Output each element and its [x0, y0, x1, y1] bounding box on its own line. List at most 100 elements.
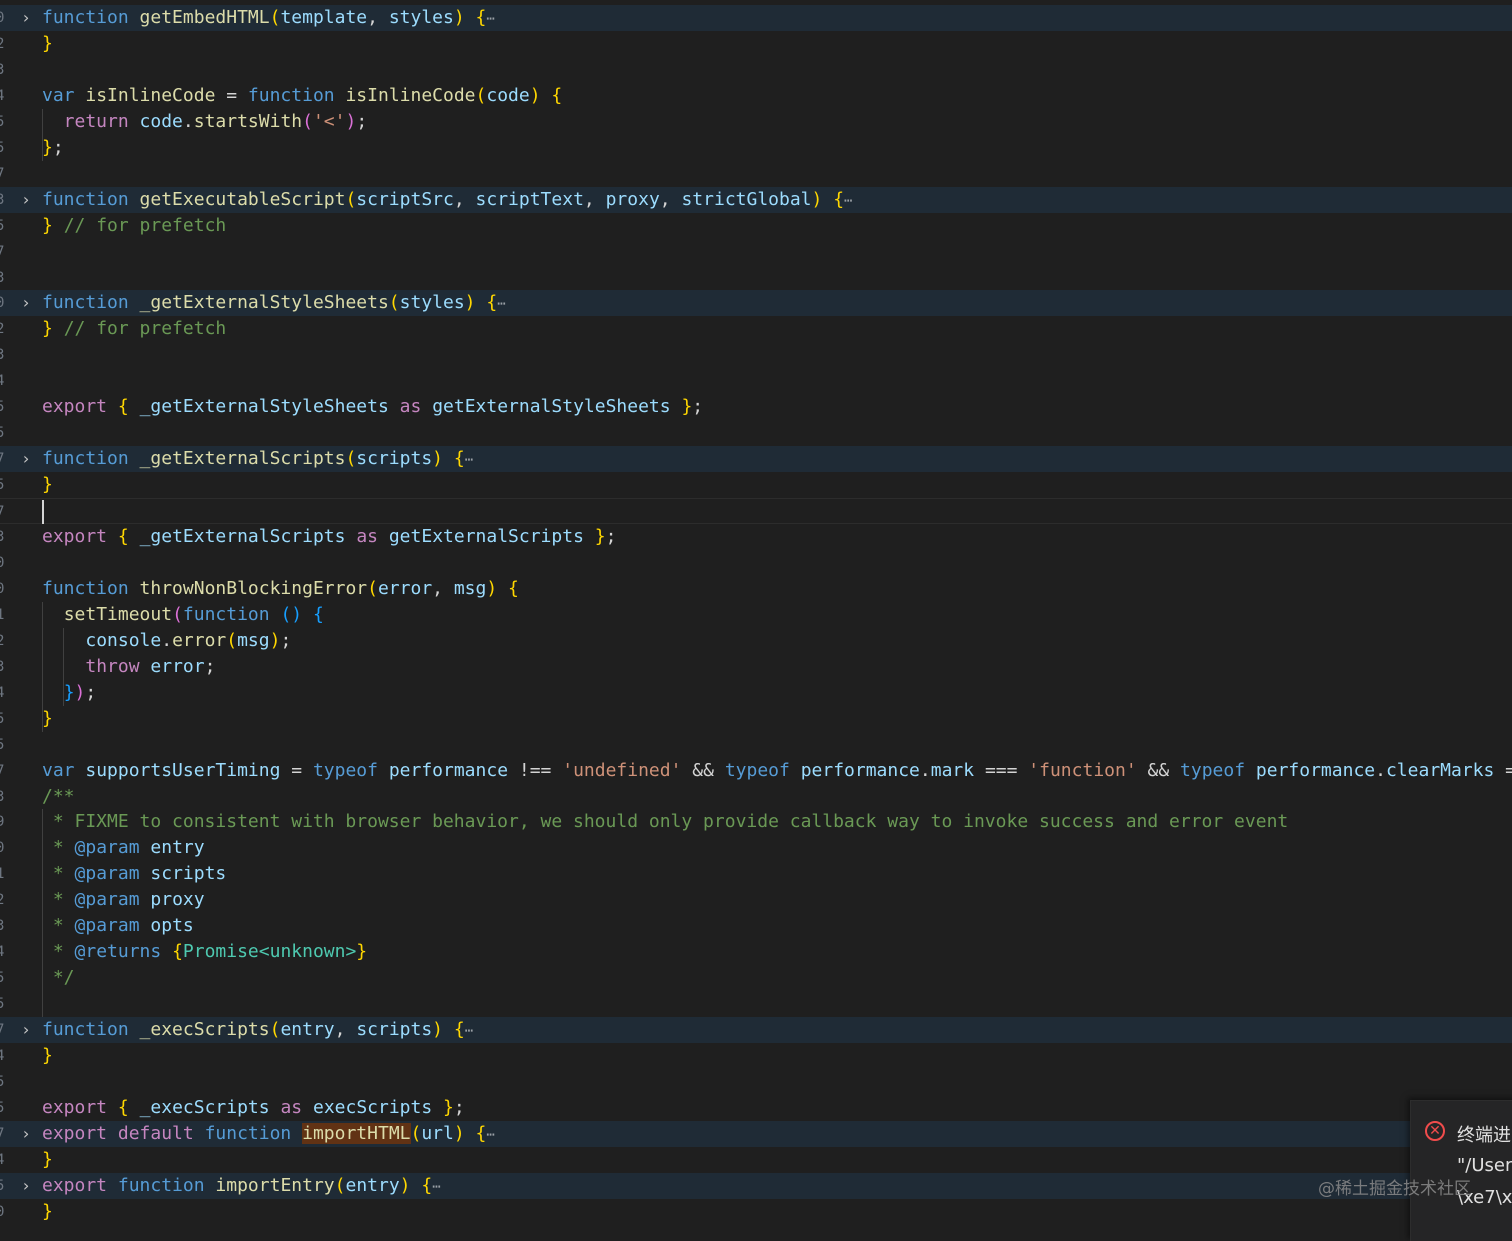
code-line[interactable]: 5 — [0, 991, 1512, 1017]
code-token: , — [583, 188, 606, 210]
folded-region-ellipsis[interactable]: ⋯ — [486, 11, 494, 27]
code-line[interactable]: 2} // for prefetch — [0, 316, 1512, 342]
code-token: ( — [345, 188, 357, 210]
code-line[interactable]: 0} — [0, 1199, 1512, 1225]
code-line[interactable]: 4 var isInlineCode = function isInlineCod… — [0, 83, 1512, 109]
code-text: /** — [42, 784, 75, 810]
code-token: throw — [85, 655, 140, 677]
code-line[interactable]: 0 function throwNonBlockingError(error, m… — [0, 576, 1512, 602]
code-line[interactable]: 5 return code.startsWith('<'); — [0, 109, 1512, 135]
folded-region-ellipsis[interactable]: ⋯ — [465, 1023, 473, 1039]
code-token: = — [280, 759, 313, 781]
code-line[interactable]: 5 export { _getExternalStyleSheets as get… — [0, 394, 1512, 420]
code-line[interactable]: 5 — [0, 420, 1512, 446]
code-line[interactable]: 5 — [0, 732, 1512, 758]
code-line[interactable]: 3 — [0, 265, 1512, 291]
chevron-right-icon[interactable]: › — [18, 1173, 34, 1199]
code-line[interactable]: 7 › function _getExternalScripts(scripts) … — [0, 446, 1512, 473]
code-line[interactable]: 0 * @param entry — [0, 835, 1512, 861]
code-line[interactable]: 2} — [0, 31, 1512, 57]
code-line[interactable]: 0 › function _getExternalStyleSheets(style… — [0, 290, 1512, 317]
code-line[interactable]: 2 console.error(msg); — [0, 628, 1512, 654]
text-cursor — [42, 500, 44, 524]
code-line[interactable]: 5} — [0, 706, 1512, 732]
code-line[interactable]: 4 }); — [0, 680, 1512, 706]
code-line[interactable]: 5}; — [0, 135, 1512, 161]
code-line[interactable]: 0 › function getEmbedHTML(template, styles… — [0, 5, 1512, 31]
code-text: * @returns {Promise<unknown>} — [42, 939, 367, 965]
line-number: 5 — [0, 425, 5, 442]
code-line[interactable]: 1 setTimeout(function () { — [0, 602, 1512, 628]
code-token: scripts — [356, 448, 433, 470]
code-line[interactable]: 3 › function getExecutableScript(scriptSrc… — [0, 186, 1512, 213]
code-token: * — [42, 889, 75, 911]
code-line[interactable]: 4 * @returns {Promise<unknown>} — [0, 939, 1512, 965]
code-token: { — [453, 1019, 465, 1041]
folded-region-ellipsis[interactable]: ⋯ — [465, 452, 473, 468]
code-line[interactable]: 5} — [0, 472, 1512, 498]
code-line[interactable]: 4} — [0, 1043, 1512, 1069]
chevron-right-icon[interactable]: › — [18, 5, 34, 31]
code-line[interactable]: 5 export { _execScripts as execScripts }; — [0, 1095, 1512, 1121]
folded-region-ellipsis[interactable]: ⋯ — [497, 296, 505, 312]
chevron-right-icon[interactable]: › — [18, 446, 34, 472]
code-line[interactable]: 4} — [0, 1147, 1512, 1173]
code-line[interactable]: 5 — [0, 1069, 1512, 1095]
code-line[interactable]: 5} // for prefetch — [0, 213, 1512, 239]
code-token: as — [399, 396, 422, 418]
code-line[interactable]: 7 — [0, 239, 1512, 265]
folded-region-ellipsis[interactable]: ⋯ — [432, 1179, 440, 1195]
terminal-error-notification[interactable]: ✕ 终端进 "/User \xe7\xa — [1410, 1100, 1512, 1241]
line-number: 5 — [0, 970, 5, 987]
code-token: } — [42, 1200, 53, 1222]
watermark: @稀土掘金技术社区 — [1318, 1179, 1471, 1199]
code-line[interactable]: 3 * @param opts — [0, 913, 1512, 939]
code-line[interactable]: 3 — [0, 57, 1512, 83]
code-line[interactable]: 4 — [0, 368, 1512, 394]
chevron-right-icon[interactable]: › — [18, 1017, 34, 1043]
code-line[interactable]: 7 — [0, 161, 1512, 187]
code-line[interactable]: 3 throw error; — [0, 654, 1512, 680]
code-token: { — [312, 603, 324, 625]
code-line[interactable]: 7 › function _execScripts(entry, scripts) … — [0, 1017, 1512, 1044]
folded-region-ellipsis[interactable]: ⋯ — [844, 193, 852, 209]
line-number: 2 — [0, 321, 5, 338]
code-token: , — [432, 577, 454, 599]
code-text: }; — [42, 135, 64, 161]
chevron-right-icon[interactable]: › — [18, 1121, 34, 1147]
code-line[interactable]: 1 * @param scripts — [0, 861, 1512, 887]
code-line[interactable]: 5 */ — [0, 965, 1512, 991]
chevron-right-icon[interactable]: › — [18, 290, 34, 316]
code-line[interactable]: 3 export { _getExternalScripts as getExte… — [0, 524, 1512, 550]
code-editor[interactable]: 0 › function getEmbedHTML(template, styles… — [0, 0, 1512, 1230]
line-number: 3 — [0, 529, 5, 545]
code-line[interactable]: 5 › export function importEntry(entry) {⋯ — [0, 1172, 1512, 1199]
code-line[interactable]: 3 — [0, 342, 1512, 368]
code-line[interactable]: 7 › export default function importHTML(url… — [0, 1120, 1512, 1147]
code-line[interactable]: 3 /** — [0, 784, 1512, 810]
code-line[interactable]: 9 * FIXME to consistent with browser beh… — [0, 809, 1512, 835]
chevron-right-icon[interactable]: › — [18, 187, 34, 213]
code-line[interactable]: 2 * @param proxy — [0, 887, 1512, 913]
code-line[interactable]: 7 — [0, 498, 1512, 525]
folded-region-ellipsis[interactable]: ⋯ — [486, 1127, 494, 1143]
code-text: console.error(msg); — [42, 628, 291, 654]
code-line[interactable]: 7 var supportsUserTiming = typeof perform… — [0, 758, 1512, 784]
code-token: { — [833, 188, 845, 210]
code-line[interactable]: 0 — [0, 550, 1512, 576]
code-token: scripts — [150, 863, 227, 885]
line-number: 5 — [0, 113, 5, 130]
code-text: function throwNonBlockingError(error, ms… — [42, 576, 519, 602]
